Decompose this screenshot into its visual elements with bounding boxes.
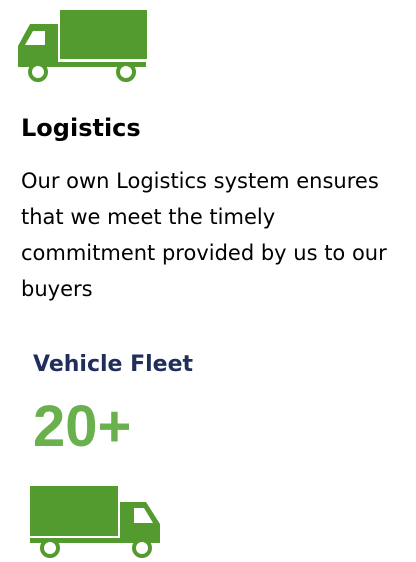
truck-icon: [30, 486, 160, 558]
fleet-label: Vehicle Fleet: [33, 352, 194, 377]
truck-icon: [18, 10, 147, 82]
section-description: Our own Logistics system ensures that we…: [21, 169, 387, 301]
section-title: Logistics: [21, 114, 141, 142]
fleet-count: 20+: [33, 394, 132, 459]
